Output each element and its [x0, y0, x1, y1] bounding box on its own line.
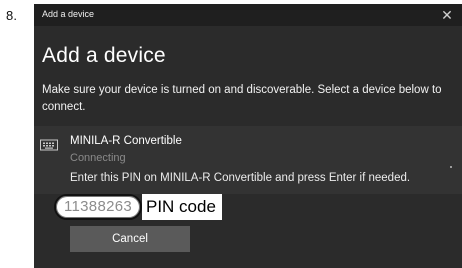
pin-callout-label: PIN code: [142, 194, 222, 220]
page-title: Add a device: [42, 44, 166, 67]
pin-instruction: Enter this PIN on MINILA-R Convertible a…: [70, 172, 411, 184]
add-device-dialog: Add a device ✕ Add a device Make sure yo…: [34, 4, 462, 268]
pin-highlight: 11388263: [54, 194, 142, 220]
instructions-text: Make sure your device is turned on and d…: [42, 84, 442, 113]
window-title: Add a device: [42, 9, 95, 19]
device-status: Connecting: [70, 152, 126, 164]
step-number: 8.: [6, 8, 18, 23]
cancel-button[interactable]: Cancel: [70, 226, 190, 252]
title-bar: Add a device ✕: [34, 4, 462, 26]
progress-dot: [450, 166, 452, 168]
close-icon[interactable]: ✕: [438, 5, 456, 25]
keyboard-icon: [40, 139, 58, 151]
pin-value: 11388263: [63, 198, 133, 215]
device-name: MINILA-R Convertible: [70, 135, 182, 147]
